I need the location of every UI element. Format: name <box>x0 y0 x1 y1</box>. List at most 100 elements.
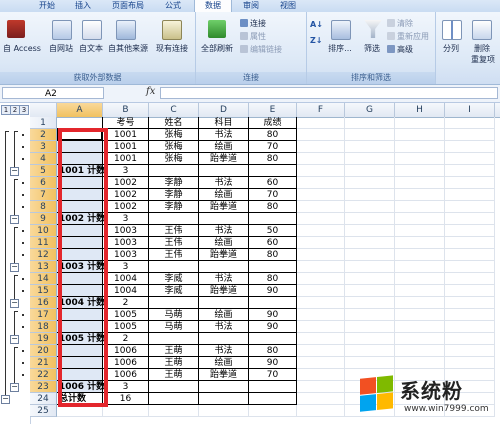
cell-b1[interactable]: 考号 <box>103 117 149 129</box>
remove-duplicates-button[interactable]: 删除 <box>466 43 498 54</box>
from-access-button[interactable]: 自 Access <box>0 43 44 54</box>
cell-b24[interactable]: 16 <box>103 393 149 405</box>
cell-b23[interactable]: 3 <box>103 381 149 393</box>
cell-c7[interactable]: 李静 <box>149 189 199 201</box>
insert-function-icon[interactable]: fx <box>146 86 155 97</box>
refresh-all-button[interactable]: 全部刷新 <box>196 43 238 54</box>
outline-collapse-button-6[interactable]: − <box>10 383 19 392</box>
cell-f11[interactable] <box>297 237 345 249</box>
cell-f21[interactable] <box>297 357 345 369</box>
from-other-sources-button[interactable]: 自其他来源 <box>106 43 150 54</box>
cell-i3[interactable] <box>445 141 495 153</box>
row-header-18[interactable]: 18 <box>30 321 57 333</box>
cell-g21[interactable] <box>345 357 395 369</box>
cell-i8[interactable] <box>445 201 495 213</box>
cell-h1[interactable] <box>395 117 445 129</box>
tab-data[interactable]: 数据 <box>194 0 232 12</box>
outline-collapse-button-4[interactable]: − <box>10 299 19 308</box>
cell-a18[interactable] <box>57 321 103 333</box>
cell-h21[interactable] <box>395 357 445 369</box>
cell-a8[interactable] <box>57 201 103 213</box>
cell-h13[interactable] <box>395 261 445 273</box>
cell-g1[interactable] <box>345 117 395 129</box>
cell-i4[interactable] <box>445 153 495 165</box>
cell-g18[interactable] <box>345 321 395 333</box>
cell-h18[interactable] <box>395 321 445 333</box>
cell-f22[interactable] <box>297 369 345 381</box>
cell-f12[interactable] <box>297 249 345 261</box>
connections-button[interactable]: 连接 <box>240 18 266 29</box>
cell-e6[interactable]: 60 <box>249 177 297 189</box>
cell-h7[interactable] <box>395 189 445 201</box>
cell-f23[interactable] <box>297 381 345 393</box>
outline-collapse-button-1[interactable]: − <box>10 167 19 176</box>
cell-e1[interactable]: 成绩 <box>249 117 297 129</box>
cell-a3[interactable] <box>57 141 103 153</box>
cell-a2[interactable] <box>57 129 103 141</box>
cell-a6[interactable] <box>57 177 103 189</box>
cell-i16[interactable] <box>445 297 495 309</box>
cell-d20[interactable]: 书法 <box>199 345 249 357</box>
column-header-i[interactable]: I <box>445 103 495 117</box>
cell-b6[interactable]: 1002 <box>103 177 149 189</box>
cell-e23[interactable] <box>249 381 297 393</box>
cell-b8[interactable]: 1002 <box>103 201 149 213</box>
cell-i20[interactable] <box>445 345 495 357</box>
cell-d9[interactable] <box>199 213 249 225</box>
cell-a12[interactable] <box>57 249 103 261</box>
cell-d6[interactable]: 书法 <box>199 177 249 189</box>
cell-g8[interactable] <box>345 201 395 213</box>
column-header-b[interactable]: B <box>103 103 149 117</box>
cell-c8[interactable]: 李静 <box>149 201 199 213</box>
select-all-corner[interactable] <box>30 103 57 117</box>
cell-h5[interactable] <box>395 165 445 177</box>
row-header-25[interactable]: 25 <box>30 405 57 417</box>
tab-formulas[interactable]: 公式 <box>156 0 190 12</box>
from-web-button[interactable]: 自网站 <box>46 43 76 54</box>
cell-e9[interactable] <box>249 213 297 225</box>
cell-e12[interactable]: 80 <box>249 249 297 261</box>
cell-h15[interactable] <box>395 285 445 297</box>
cell-f15[interactable] <box>297 285 345 297</box>
cell-i2[interactable] <box>445 129 495 141</box>
cell-c18[interactable]: 马萌 <box>149 321 199 333</box>
cell-b25[interactable] <box>103 405 149 417</box>
column-header-a[interactable]: A <box>57 103 103 117</box>
cell-a22[interactable] <box>57 369 103 381</box>
cell-i11[interactable] <box>445 237 495 249</box>
row-header-24[interactable]: 24 <box>30 393 57 405</box>
cell-d24[interactable] <box>199 393 249 405</box>
cell-c21[interactable]: 王萌 <box>149 357 199 369</box>
tab-home[interactable]: 开始 <box>30 0 64 12</box>
cell-g17[interactable] <box>345 309 395 321</box>
cell-f13[interactable] <box>297 261 345 273</box>
cell-f25[interactable] <box>297 405 345 417</box>
cell-c19[interactable] <box>149 333 199 345</box>
cell-b10[interactable]: 1003 <box>103 225 149 237</box>
cell-e16[interactable] <box>249 297 297 309</box>
cell-a14[interactable] <box>57 273 103 285</box>
cell-d3[interactable]: 绘画 <box>199 141 249 153</box>
column-header-d[interactable]: D <box>199 103 249 117</box>
cell-d1[interactable]: 科目 <box>199 117 249 129</box>
outline-collapse-button-2[interactable]: − <box>10 215 19 224</box>
cell-a19[interactable]: 1005 计数 <box>57 333 105 345</box>
cell-c1[interactable]: 姓名 <box>149 117 199 129</box>
cell-e21[interactable]: 90 <box>249 357 297 369</box>
cell-b4[interactable]: 1001 <box>103 153 149 165</box>
cell-d21[interactable]: 绘画 <box>199 357 249 369</box>
row-header-4[interactable]: 4 <box>30 153 57 165</box>
cell-a5[interactable]: 1001 计数 <box>57 165 105 177</box>
cell-d12[interactable]: 跆拳道 <box>199 249 249 261</box>
cell-g20[interactable] <box>345 345 395 357</box>
cell-f16[interactable] <box>297 297 345 309</box>
cell-g11[interactable] <box>345 237 395 249</box>
cell-c15[interactable]: 李威 <box>149 285 199 297</box>
cell-i18[interactable] <box>445 321 495 333</box>
cell-c23[interactable] <box>149 381 199 393</box>
cell-e13[interactable] <box>249 261 297 273</box>
row-header-6[interactable]: 6 <box>30 177 57 189</box>
cell-a13[interactable]: 1003 计数 <box>57 261 105 273</box>
cell-b9[interactable]: 3 <box>103 213 149 225</box>
column-header-f[interactable]: F <box>297 103 345 117</box>
